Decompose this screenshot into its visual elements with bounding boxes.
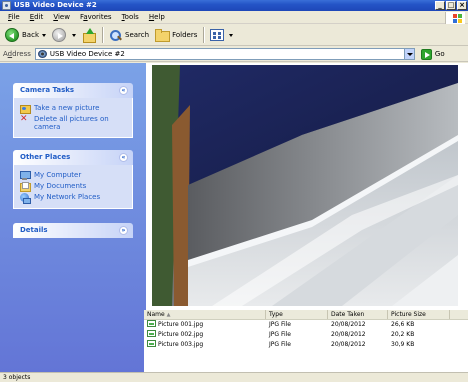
- menu-favorites[interactable]: Favorites: [75, 11, 117, 24]
- file-list: Name ▲ Type Date Taken Picture Size Pict…: [144, 310, 468, 372]
- camera-tasks-panel: Camera Tasks « Take a new picture ✕ Dele…: [13, 83, 133, 138]
- other-places-body: My Computer My Documents My Network Plac…: [13, 165, 133, 209]
- other-places-panel: Other Places « My Computer My Documents …: [13, 150, 133, 209]
- status-bar: 3 objects: [0, 372, 468, 382]
- main-area: Camera Tasks « Take a new picture ✕ Dele…: [0, 63, 468, 372]
- my-network-places-link[interactable]: My Network Places: [20, 193, 126, 204]
- camera-tasks-header[interactable]: Camera Tasks «: [13, 83, 133, 98]
- expand-icon[interactable]: »: [119, 226, 128, 235]
- menu-bar: File Edit View Favorites Tools Help: [0, 11, 468, 24]
- delete-x-icon: ✕: [20, 114, 28, 124]
- collapse-icon[interactable]: «: [119, 86, 128, 95]
- toolbar-separator: [203, 27, 205, 43]
- go-button[interactable]: Go: [420, 48, 445, 60]
- table-row[interactable]: Picture 003.jpg JPG File 20/08/2012 30,9…: [144, 340, 468, 350]
- views-button[interactable]: [207, 26, 236, 44]
- camera-preview-photo: [152, 65, 458, 306]
- chevron-down-icon: [42, 33, 46, 37]
- window-controls: _ □ ×: [435, 1, 467, 10]
- folders-icon: [155, 29, 171, 42]
- jpg-file-icon: [147, 330, 156, 337]
- go-arrow-icon: [420, 48, 432, 60]
- address-bar: Address USB Video Device #2 Go: [0, 47, 468, 62]
- details-header[interactable]: Details »: [13, 223, 133, 238]
- up-folder-icon: [82, 28, 96, 43]
- column-header-date-taken[interactable]: Date Taken: [328, 310, 388, 319]
- table-row[interactable]: Picture 002.jpg JPG File 20/08/2012 20,2…: [144, 330, 468, 340]
- forward-button[interactable]: [49, 26, 79, 44]
- my-documents-link[interactable]: My Documents: [20, 182, 126, 192]
- table-row[interactable]: Picture 001.jpg JPG File 20/08/2012 26,6…: [144, 320, 468, 330]
- delete-all-pictures-link[interactable]: ✕ Delete all pictures on camera: [20, 114, 126, 132]
- menu-edit[interactable]: Edit: [25, 11, 49, 24]
- column-header-filler: [450, 310, 468, 319]
- windows-logo-icon: [445, 12, 465, 24]
- status-text: 3 objects: [3, 374, 31, 381]
- back-arrow-icon: [5, 28, 19, 42]
- window-title: USB Video Device #2: [14, 1, 97, 9]
- forward-arrow-icon: [52, 28, 66, 42]
- menu-help[interactable]: Help: [144, 11, 170, 24]
- chevron-down-icon: [72, 33, 76, 37]
- toolbar-separator: [102, 27, 103, 43]
- menu-view[interactable]: View: [48, 11, 75, 24]
- toolbar: Back Search Folders: [0, 25, 468, 46]
- chevron-down-icon: [229, 33, 234, 37]
- column-header-name[interactable]: Name ▲: [144, 310, 266, 319]
- take-picture-link[interactable]: Take a new picture: [20, 104, 126, 114]
- camera-preview-image: [152, 65, 458, 306]
- my-computer-link[interactable]: My Computer: [20, 171, 126, 180]
- search-icon: [109, 29, 122, 42]
- minimize-button[interactable]: _: [435, 1, 445, 10]
- network-icon: [20, 193, 31, 204]
- column-header-type[interactable]: Type: [266, 310, 328, 319]
- picture-icon: [20, 104, 31, 114]
- title-bar[interactable]: USB Video Device #2 _ □ ×: [0, 0, 468, 11]
- folders-button[interactable]: Folders: [152, 26, 200, 44]
- sort-arrow-icon: ▲: [166, 312, 171, 318]
- file-list-header: Name ▲ Type Date Taken Picture Size: [144, 310, 468, 320]
- details-panel: Details »: [13, 223, 133, 238]
- documents-folder-icon: [20, 182, 31, 192]
- camera-tasks-body: Take a new picture ✕ Delete all pictures…: [13, 98, 133, 138]
- address-label: Address: [3, 50, 31, 58]
- address-input[interactable]: USB Video Device #2: [34, 48, 415, 60]
- task-pane: Camera Tasks « Take a new picture ✕ Dele…: [0, 63, 146, 372]
- views-icon: [210, 29, 225, 41]
- back-button[interactable]: Back: [2, 26, 49, 44]
- jpg-file-icon: [147, 320, 156, 327]
- address-dropdown-button[interactable]: [403, 49, 414, 59]
- camera-app-icon: [2, 1, 11, 10]
- search-button[interactable]: Search: [106, 26, 152, 44]
- collapse-icon[interactable]: «: [119, 153, 128, 162]
- camera-icon: [37, 50, 47, 58]
- maximize-button[interactable]: □: [446, 1, 456, 10]
- column-header-picture-size[interactable]: Picture Size: [388, 310, 450, 319]
- menu-file[interactable]: File: [3, 11, 25, 24]
- jpg-file-icon: [147, 340, 156, 347]
- other-places-header[interactable]: Other Places «: [13, 150, 133, 165]
- computer-icon: [20, 171, 31, 180]
- close-button[interactable]: ×: [457, 1, 467, 10]
- menu-tools[interactable]: Tools: [117, 11, 144, 24]
- up-button[interactable]: [79, 26, 99, 44]
